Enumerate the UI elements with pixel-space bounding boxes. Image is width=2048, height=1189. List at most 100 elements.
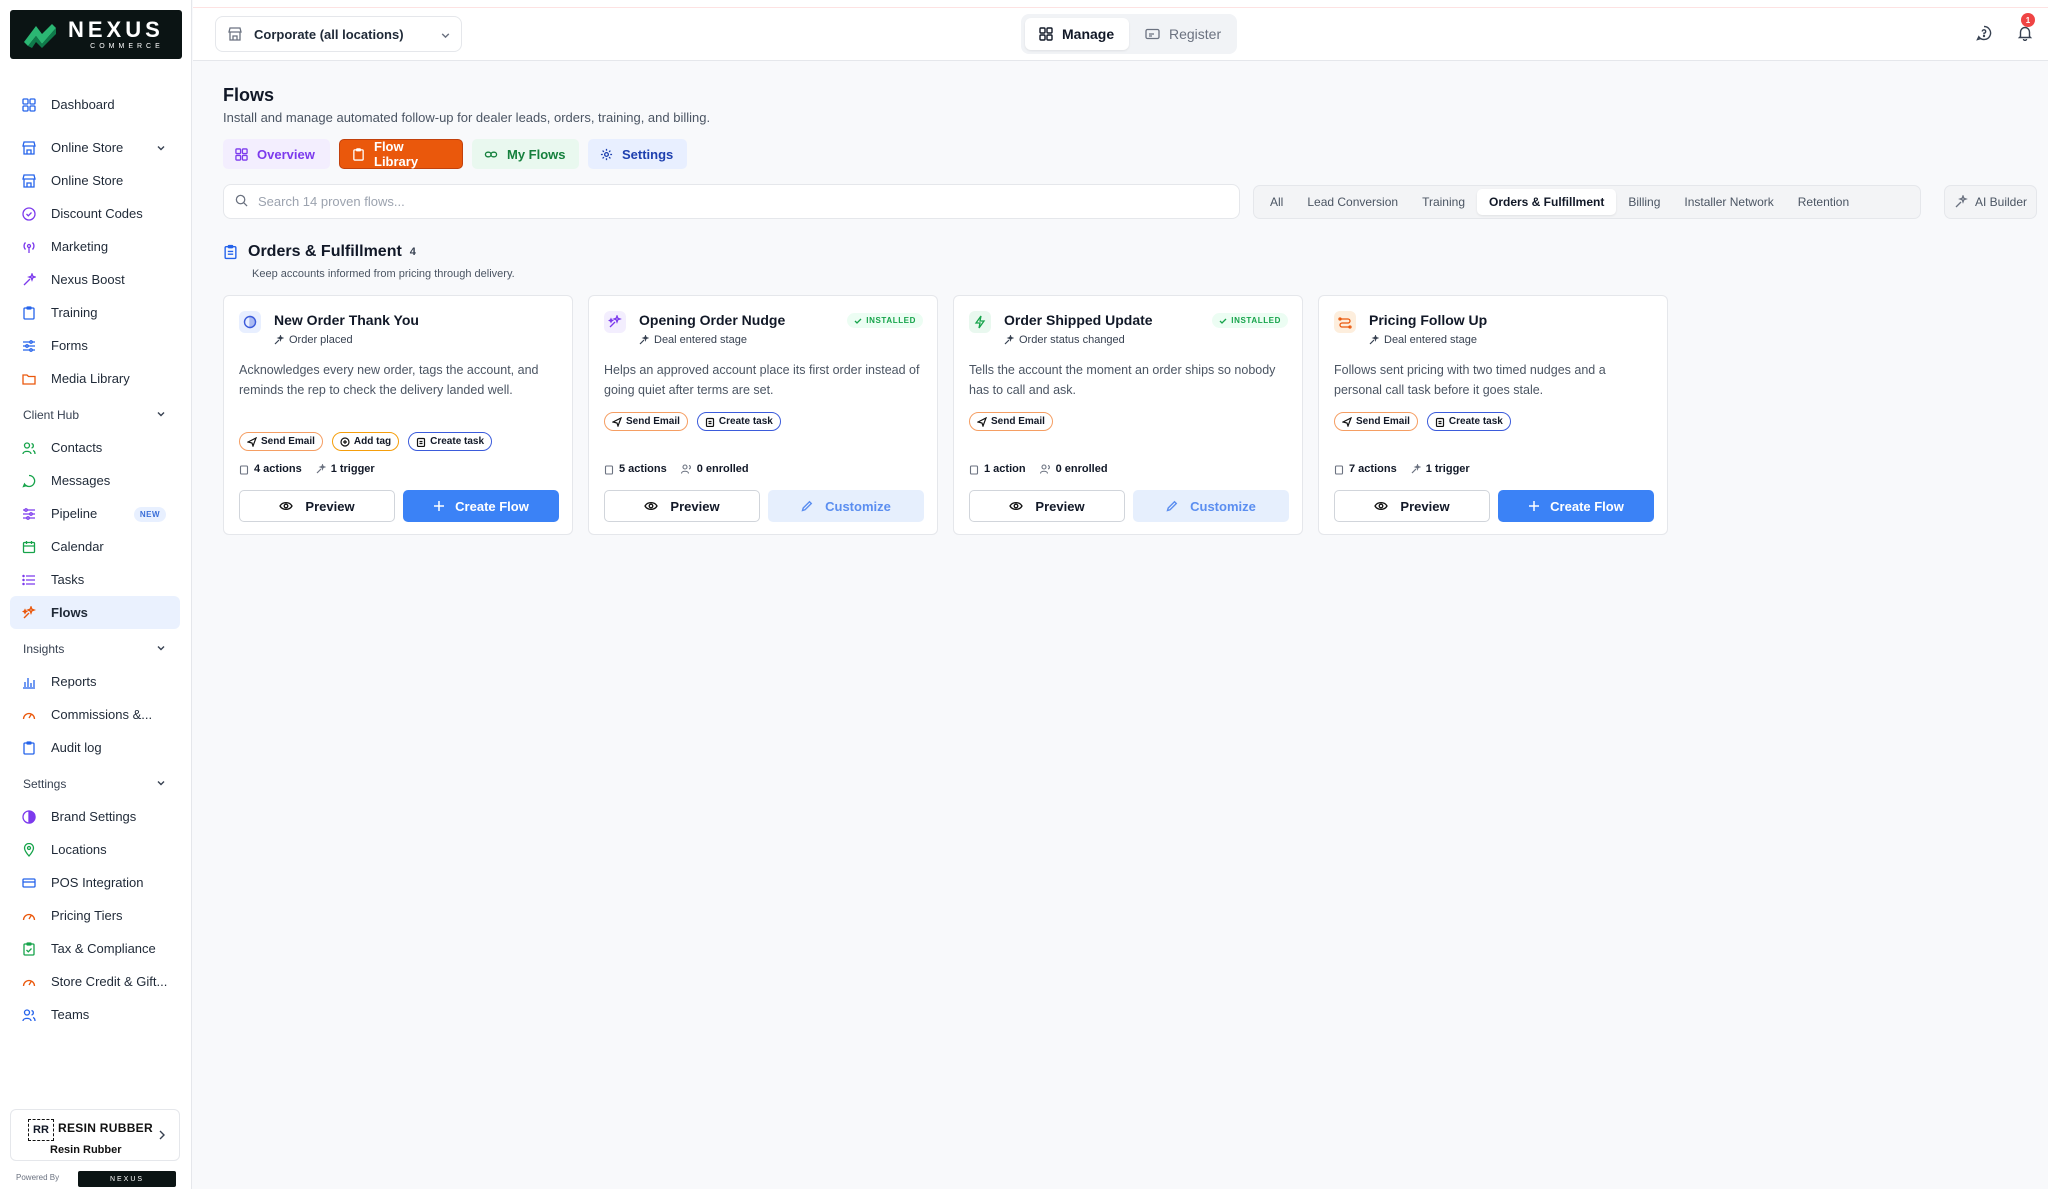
register-mode-button[interactable]: Register — [1131, 18, 1231, 50]
account-switcher[interactable]: RR RESIN RUBBER Resin Rubber — [10, 1109, 180, 1161]
grid-icon — [1039, 27, 1053, 41]
clipboard-icon — [239, 464, 249, 475]
sidebar-item-contacts[interactable]: Contacts — [10, 431, 180, 464]
tab-settings[interactable]: Settings — [588, 139, 687, 169]
sidebar-item-label: Discount Codes — [51, 206, 143, 221]
sidebar-item-online-store-group[interactable]: Online Store — [10, 131, 180, 164]
sidebar-item-store-credit[interactable]: Store Credit & Gift... — [10, 965, 180, 998]
flow-description: Tells the account the moment an order sh… — [969, 363, 1276, 397]
lightning-icon — [969, 311, 991, 333]
section-count: 4 — [409, 246, 416, 258]
sidebar-item-tasks[interactable]: Tasks — [10, 563, 180, 596]
preview-button[interactable]: Preview — [239, 490, 395, 522]
flow-action-chips: Send Email Create task — [1334, 412, 1511, 431]
sidebar-item-discount-codes[interactable]: Discount Codes — [10, 197, 180, 230]
send-icon — [247, 436, 257, 447]
clipboard-icon — [416, 437, 426, 447]
flow-title: Pricing Follow Up — [1369, 312, 1488, 328]
filter-all[interactable]: All — [1258, 189, 1295, 215]
sidebar-item-marketing[interactable]: Marketing — [10, 230, 180, 263]
sidebar-item-dashboard[interactable]: Dashboard — [10, 88, 180, 121]
preview-button[interactable]: Preview — [1334, 490, 1490, 522]
tab-my-flows[interactable]: My Flows — [472, 139, 579, 169]
sidebar-item-brand-settings[interactable]: Brand Settings — [10, 800, 180, 833]
filter-billing[interactable]: Billing — [1616, 189, 1672, 215]
chevron-down-icon[interactable] — [156, 408, 166, 422]
chevron-down-icon[interactable] — [156, 141, 166, 156]
tab-flow-library[interactable]: Flow Library — [339, 139, 463, 169]
tab-overview[interactable]: Overview — [223, 139, 330, 169]
create-flow-button[interactable]: Create Flow — [1498, 490, 1654, 522]
flow-action-count: 5 actions — [619, 463, 667, 475]
chevron-down-icon[interactable] — [156, 642, 166, 656]
create-flow-button[interactable]: Create Flow — [403, 490, 559, 522]
register-mode-label: Register — [1169, 26, 1222, 42]
sidebar-item-pipeline[interactable]: Pipeline NEW — [10, 497, 180, 530]
customize-label: Customize — [1190, 498, 1256, 514]
chevron-right-icon[interactable] — [157, 1128, 167, 1146]
sidebar-item-label: Audit log — [51, 740, 102, 755]
flow-meta: 1 action 0 enrolled — [969, 463, 1108, 475]
credit-card-icon — [22, 876, 36, 890]
filter-retention[interactable]: Retention — [1786, 189, 1861, 215]
preview-button[interactable]: Preview — [969, 490, 1125, 522]
flow-enrolled-count: 0 enrolled — [1055, 463, 1108, 475]
filter-installer-network[interactable]: Installer Network — [1672, 189, 1785, 215]
sidebar-item-teams[interactable]: Teams — [10, 998, 180, 1031]
location-select[interactable]: Corporate (all locations) — [215, 16, 462, 52]
flow-meta: 4 actions 1 trigger — [239, 463, 375, 475]
bell-icon[interactable] — [2017, 25, 2033, 46]
search-input[interactable] — [258, 194, 1158, 209]
tab-settings-label: Settings — [622, 146, 674, 162]
sidebar-item-flows[interactable]: Flows — [10, 596, 180, 629]
sidebar-item-pricing-tiers[interactable]: Pricing Tiers — [10, 899, 180, 932]
sidebar-item-media-library[interactable]: Media Library — [10, 362, 180, 395]
chip-send-email: Send Email — [239, 432, 323, 451]
trigger-icon — [1369, 335, 1379, 345]
sidebar: NEXUS COMMERCE Dashboard Online Store On… — [0, 0, 192, 1189]
sidebar-item-online-store[interactable]: Online Store — [10, 164, 180, 197]
store-icon — [228, 27, 242, 41]
chip-send-email: Send Email — [604, 412, 688, 431]
sidebar-item-pos-integration[interactable]: POS Integration — [10, 866, 180, 899]
sidebar-item-tax-compliance[interactable]: Tax & Compliance — [10, 932, 180, 965]
sliders-icon — [22, 339, 36, 353]
sidebar-item-nexus-boost[interactable]: Nexus Boost — [10, 263, 180, 296]
sidebar-item-messages[interactable]: Messages — [10, 464, 180, 497]
filter-orders-fulfillment[interactable]: Orders & Fulfillment — [1477, 189, 1617, 215]
nexus-logo[interactable]: NEXUS COMMERCE — [10, 10, 182, 59]
flow-trigger-label: Order status changed — [1019, 334, 1125, 346]
gauge-icon — [22, 708, 36, 722]
pipeline-icon — [22, 507, 36, 521]
sidebar-section-insights[interactable]: Insights — [10, 629, 180, 665]
filter-lead-conversion[interactable]: Lead Conversion — [1295, 189, 1410, 215]
sidebar-item-reports[interactable]: Reports — [10, 665, 180, 698]
preview-button[interactable]: Preview — [604, 490, 760, 522]
powered-logo-wordmark: NEXUS — [109, 1175, 145, 1183]
sidebar-section-settings[interactable]: Settings — [10, 764, 180, 800]
ai-builder-button[interactable]: AI Builder — [1944, 185, 2037, 219]
eye-icon — [644, 501, 659, 511]
customize-button[interactable]: Customize — [768, 490, 924, 522]
manage-mode-button[interactable]: Manage — [1025, 18, 1129, 50]
sidebar-item-commissions[interactable]: Commissions &... — [10, 698, 180, 731]
flow-search[interactable] — [223, 184, 1240, 219]
filter-training[interactable]: Training — [1410, 189, 1477, 215]
sidebar-item-forms[interactable]: Forms — [10, 329, 180, 362]
sidebar-item-label: Commissions &... — [51, 707, 153, 722]
chevron-down-icon[interactable] — [156, 777, 166, 791]
chip-label: Add tag — [353, 436, 392, 447]
chip-label: Send Email — [626, 416, 680, 427]
sidebar-item-training[interactable]: Training — [10, 296, 180, 329]
sidebar-item-locations[interactable]: Locations — [10, 833, 180, 866]
sidebar-item-audit-log[interactable]: Audit log — [10, 731, 180, 764]
account-subname: Resin Rubber — [50, 1144, 122, 1156]
chip-send-email: Send Email — [969, 412, 1053, 431]
sidebar-item-calendar[interactable]: Calendar — [10, 530, 180, 563]
installed-badge: INSTALLED — [847, 313, 923, 328]
customize-button[interactable]: Customize — [1133, 490, 1289, 522]
account-logo: RR — [28, 1119, 54, 1141]
powered-by-logo: NEXUS — [78, 1171, 176, 1187]
sidebar-section-client-hub[interactable]: Client Hub — [10, 395, 180, 431]
support-chat-icon[interactable] — [1976, 25, 1992, 46]
